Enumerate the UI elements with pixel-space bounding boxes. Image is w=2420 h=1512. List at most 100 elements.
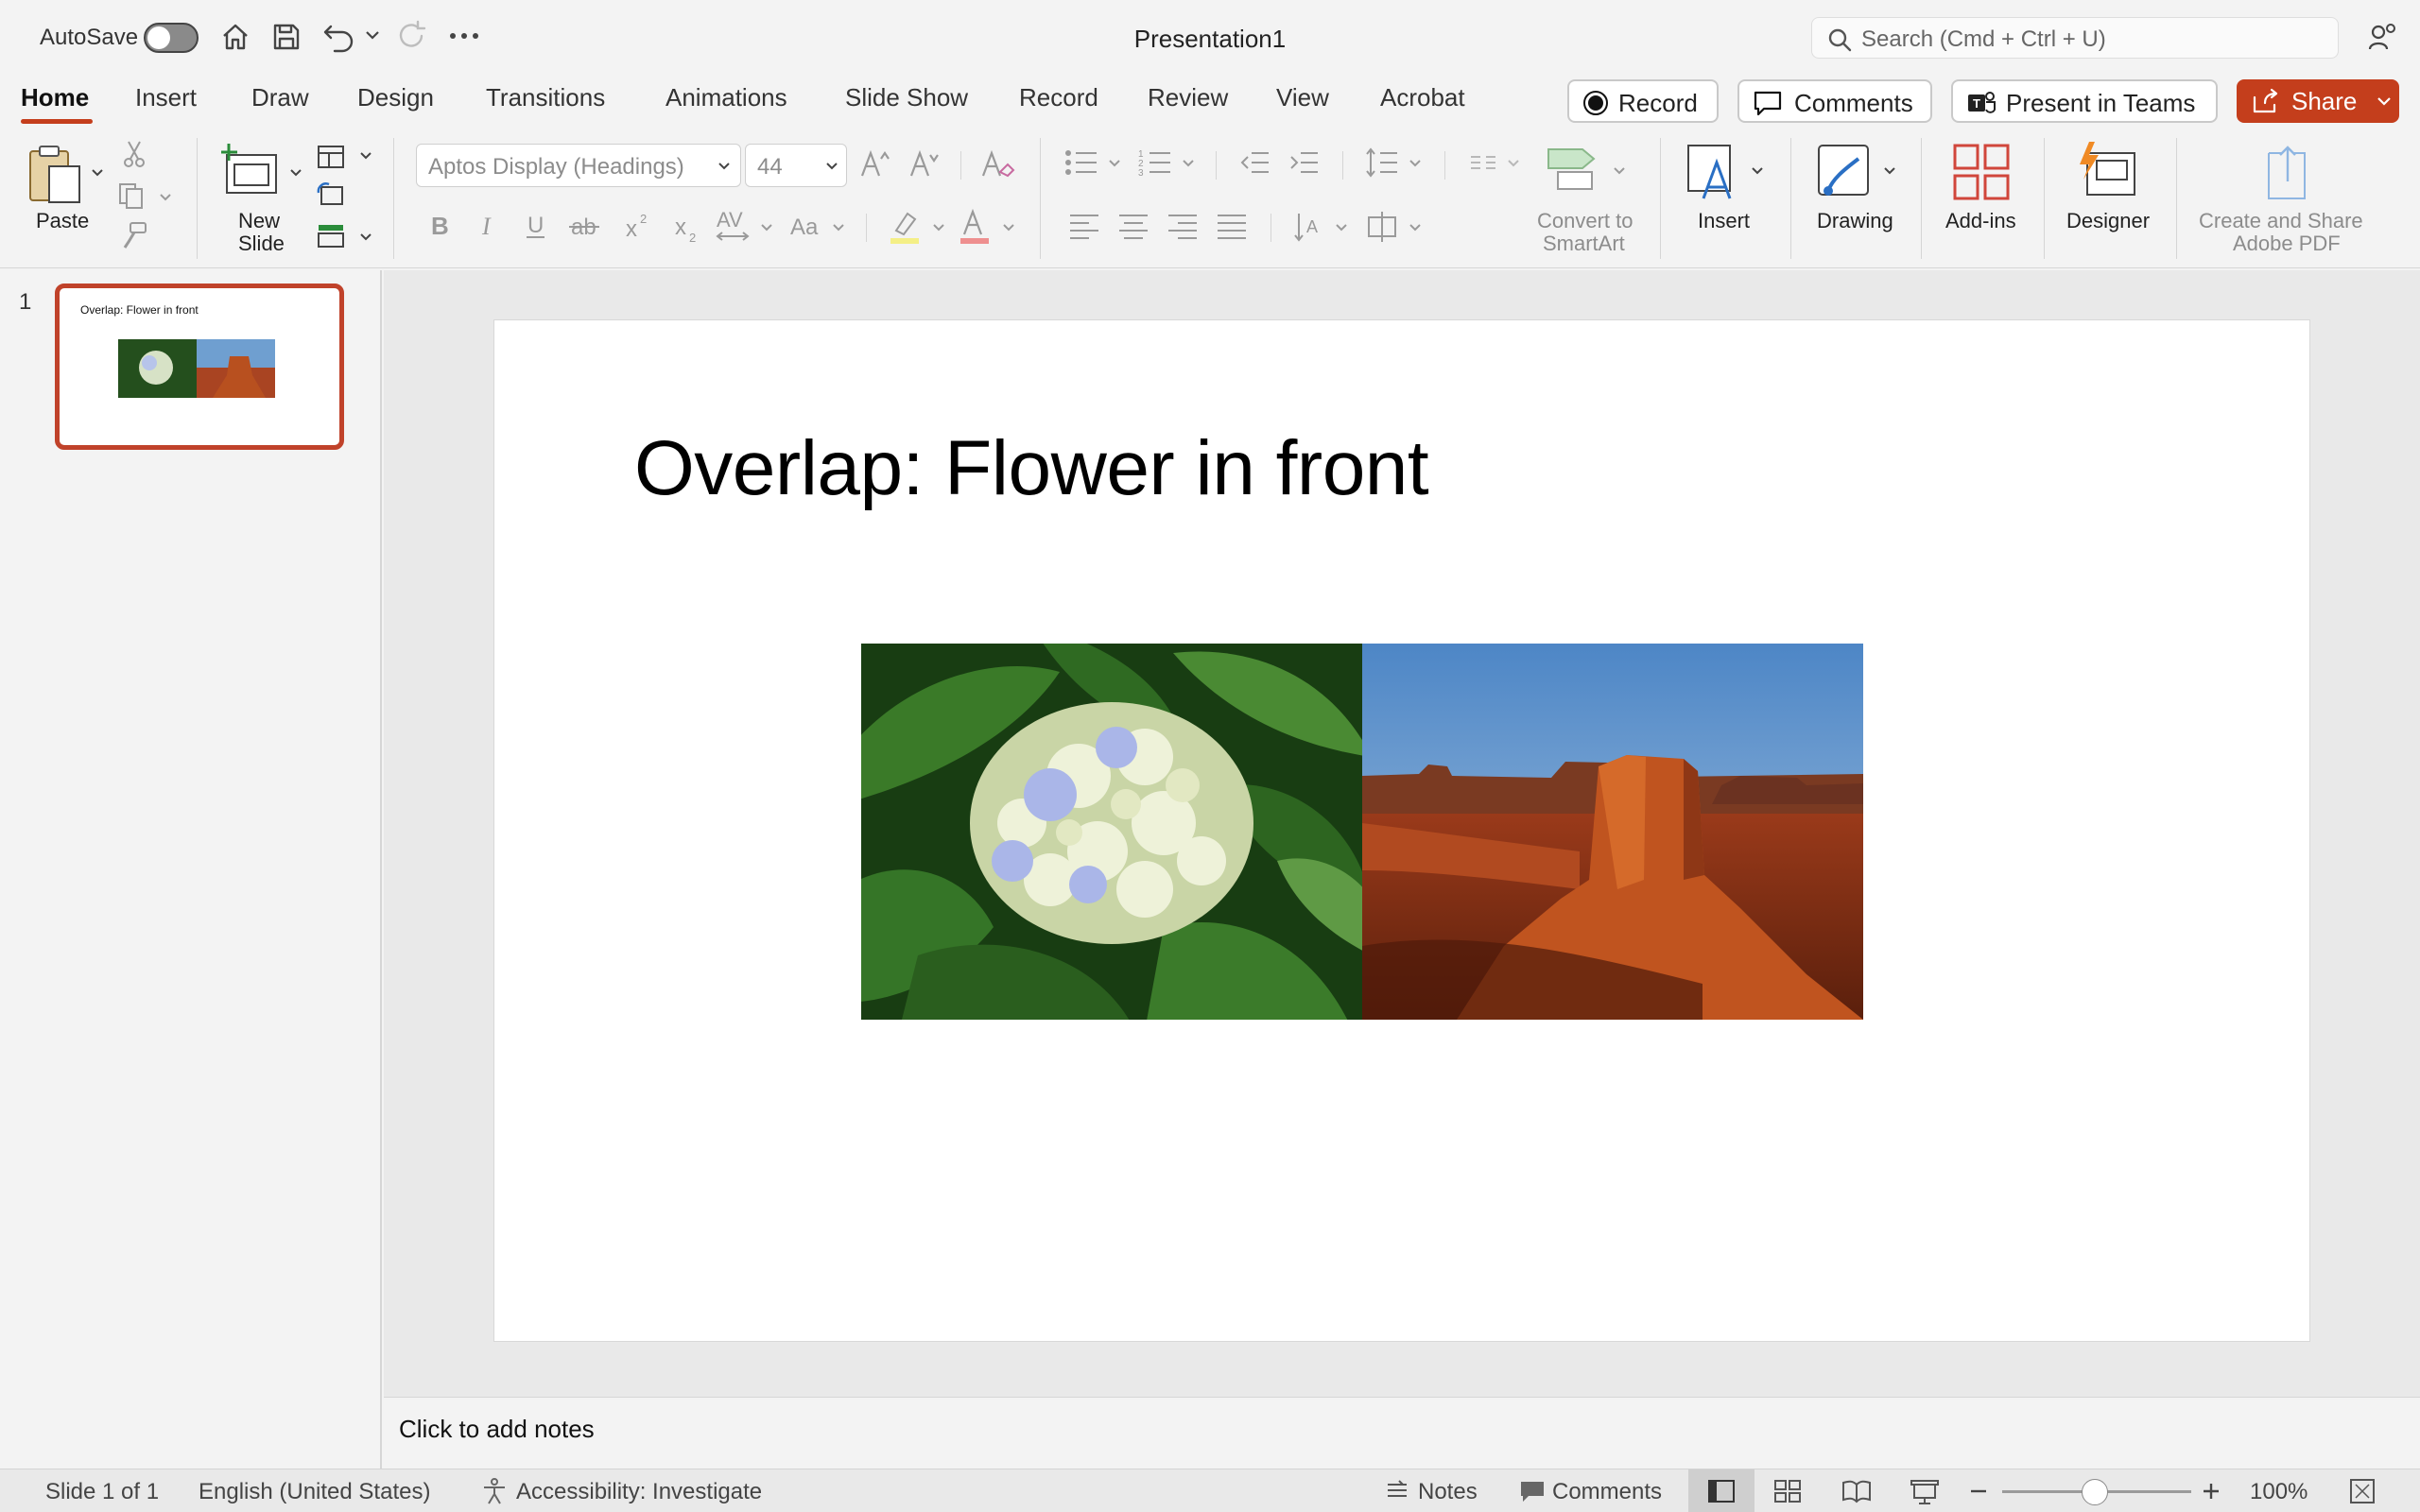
bold-icon[interactable]: B	[427, 210, 452, 240]
present-in-teams-button[interactable]: T Present in Teams	[1951, 79, 2218, 123]
text-direction-chevron-icon[interactable]	[1335, 223, 1348, 232]
copy-icon[interactable]	[117, 181, 149, 210]
designer-icon[interactable]	[2074, 140, 2140, 200]
zoom-level[interactable]: 100%	[2250, 1479, 2308, 1505]
save-icon[interactable]	[270, 21, 302, 53]
layout-dropdown-chevron-icon[interactable]	[359, 151, 372, 161]
normal-view-button[interactable]	[1688, 1469, 1754, 1512]
italic-icon[interactable]: I	[476, 210, 501, 240]
tab-draw[interactable]: Draw	[251, 83, 309, 112]
columns-icon[interactable]	[1469, 149, 1497, 176]
tab-home[interactable]: Home	[21, 83, 89, 112]
section-icon[interactable]	[316, 221, 346, 249]
columns-chevron-icon[interactable]	[1507, 159, 1520, 168]
align-text-icon[interactable]	[1365, 210, 1399, 244]
highlight-icon[interactable]	[889, 208, 923, 246]
numbering-chevron-icon[interactable]	[1182, 159, 1195, 168]
align-text-chevron-icon[interactable]	[1409, 223, 1422, 232]
slide-thumbnail-1[interactable]: Overlap: Flower in front	[55, 284, 344, 450]
notes-pane[interactable]: Click to add notes	[384, 1397, 2420, 1469]
decrease-font-size-icon[interactable]	[908, 147, 940, 180]
numbering-icon[interactable]: 123	[1138, 147, 1172, 178]
zoom-in-icon[interactable]	[2203, 1483, 2220, 1500]
zoom-out-icon[interactable]	[1970, 1488, 1987, 1494]
subscript-icon[interactable]: x2	[673, 210, 701, 244]
drawing-chevron-icon[interactable]	[1883, 166, 1896, 176]
font-color-chevron-icon[interactable]	[1002, 223, 1015, 232]
reset-slide-icon[interactable]	[316, 181, 346, 208]
character-spacing-chevron-icon[interactable]	[760, 223, 773, 232]
undo-dropdown-chevron-icon[interactable]	[365, 30, 380, 42]
line-spacing-chevron-icon[interactable]	[1409, 159, 1422, 168]
desert-image[interactable]	[1362, 644, 1863, 1020]
tab-record[interactable]: Record	[1019, 83, 1098, 112]
character-spacing-icon[interactable]: AV	[715, 208, 752, 242]
slide-title[interactable]: Overlap: Flower in front	[634, 424, 1429, 513]
paste-icon[interactable]	[26, 144, 83, 206]
align-left-icon[interactable]	[1068, 212, 1100, 240]
insert-chevron-icon[interactable]	[1751, 166, 1764, 176]
coauthor-icon[interactable]	[2367, 21, 2399, 53]
layout-icon[interactable]	[316, 144, 346, 170]
notes-toggle[interactable]: Notes	[1418, 1479, 1478, 1505]
undo-icon[interactable]	[321, 19, 359, 53]
insert-text-box-icon[interactable]	[1685, 142, 1743, 202]
cut-icon[interactable]	[121, 140, 147, 168]
home-icon[interactable]	[219, 21, 251, 53]
change-case-chevron-icon[interactable]	[832, 223, 845, 232]
tab-view[interactable]: View	[1276, 83, 1329, 112]
font-name-combo[interactable]: Aptos Display (Headings)	[416, 144, 741, 187]
share-button[interactable]: Share	[2237, 79, 2399, 123]
highlight-chevron-icon[interactable]	[932, 223, 945, 232]
language-status[interactable]: English (United States)	[199, 1479, 430, 1505]
slide-show-icon[interactable]	[1910, 1479, 1940, 1505]
reading-view-icon[interactable]	[1841, 1479, 1872, 1503]
smartart-chevron-icon[interactable]	[1613, 166, 1626, 176]
line-spacing-icon[interactable]	[1365, 146, 1399, 180]
accessibility-status[interactable]: Accessibility: Investigate	[516, 1479, 762, 1505]
slide-sorter-icon[interactable]	[1773, 1479, 1802, 1503]
copy-dropdown-chevron-icon[interactable]	[159, 193, 172, 202]
tab-design[interactable]: Design	[357, 83, 434, 112]
drawing-icon[interactable]	[1815, 142, 1874, 202]
comments-toggle[interactable]: Comments	[1552, 1479, 1662, 1505]
tab-insert[interactable]: Insert	[135, 83, 197, 112]
font-size-combo[interactable]: 44	[745, 144, 847, 187]
align-center-icon[interactable]	[1117, 212, 1150, 240]
add-ins-icon[interactable]	[1951, 142, 2012, 202]
record-button[interactable]: Record	[1567, 79, 1719, 123]
text-direction-icon[interactable]: A	[1293, 210, 1325, 244]
more-options-icon[interactable]	[448, 30, 480, 42]
autosave-toggle[interactable]	[144, 23, 199, 53]
redo-icon[interactable]	[395, 19, 429, 53]
change-case-icon[interactable]: Aa	[788, 210, 824, 240]
comments-button[interactable]: Comments	[1737, 79, 1932, 123]
new-slide-dropdown-chevron-icon[interactable]	[289, 168, 302, 178]
paste-dropdown-chevron-icon[interactable]	[91, 168, 104, 178]
strikethrough-icon[interactable]: ab	[569, 210, 601, 240]
section-dropdown-chevron-icon[interactable]	[359, 232, 372, 242]
adobe-pdf-icon[interactable]	[2263, 144, 2312, 202]
tab-review[interactable]: Review	[1148, 83, 1228, 112]
search-box[interactable]: Search (Cmd + Ctrl + U)	[1811, 17, 2339, 59]
tab-transitions[interactable]: Transitions	[486, 83, 605, 112]
increase-font-size-icon[interactable]	[858, 147, 890, 180]
justify-icon[interactable]	[1216, 212, 1248, 240]
new-slide-icon[interactable]	[221, 142, 282, 198]
decrease-indent-icon[interactable]	[1238, 147, 1270, 178]
format-painter-icon[interactable]	[121, 221, 149, 249]
align-right-icon[interactable]	[1167, 212, 1199, 240]
tab-acrobat[interactable]: Acrobat	[1380, 83, 1465, 112]
bullets-chevron-icon[interactable]	[1108, 159, 1121, 168]
font-color-icon[interactable]	[959, 208, 993, 246]
clear-formatting-icon[interactable]	[979, 147, 1015, 180]
smartart-icon[interactable]	[1545, 146, 1601, 193]
slide-canvas[interactable]: Overlap: Flower in front	[493, 319, 2310, 1342]
flower-image[interactable]	[861, 644, 1362, 1020]
fit-slide-icon[interactable]	[2348, 1477, 2377, 1505]
bullets-icon[interactable]	[1064, 147, 1098, 178]
underline-icon[interactable]: U	[524, 210, 548, 240]
zoom-slider-thumb[interactable]	[2082, 1479, 2108, 1505]
tab-animations[interactable]: Animations	[666, 83, 787, 112]
superscript-icon[interactable]: x2	[624, 210, 652, 240]
